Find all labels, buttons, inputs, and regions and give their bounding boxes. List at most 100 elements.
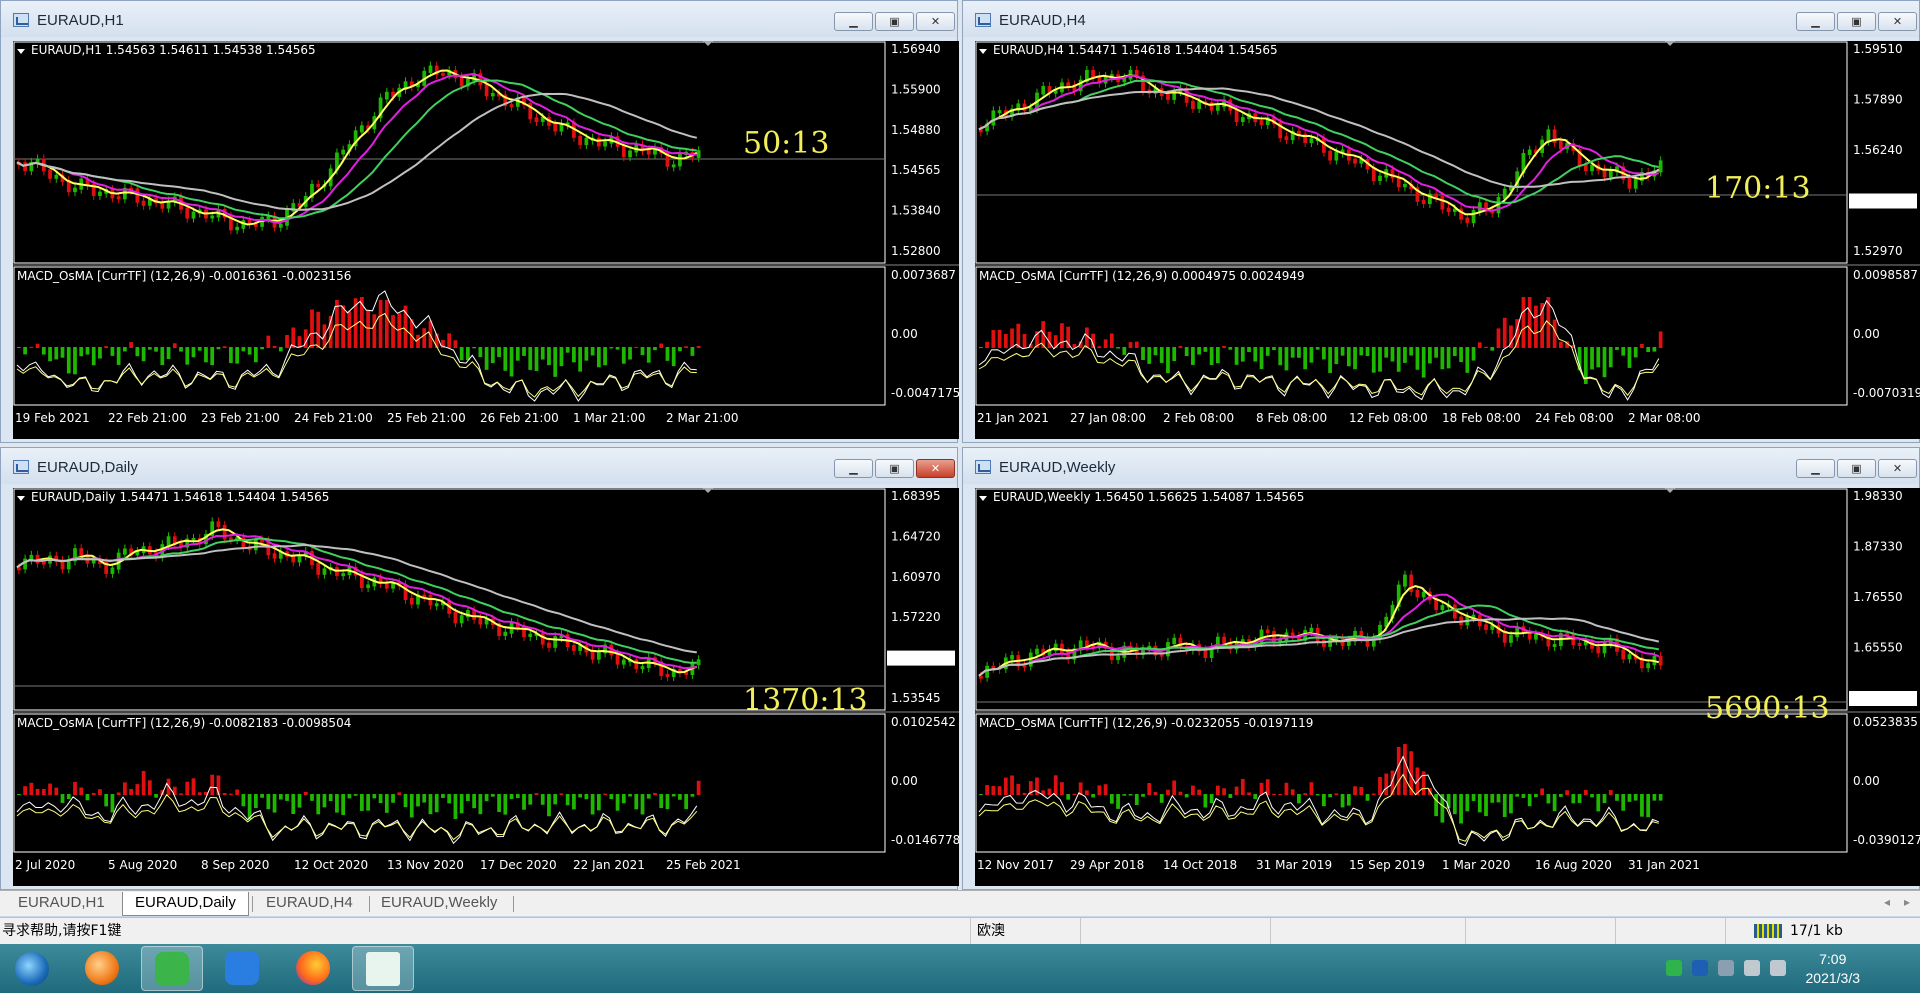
tab-euraud-daily[interactable]: EURAUD,Daily <box>122 892 249 916</box>
time-axis-label: 23 Feb 21:00 <box>201 411 280 425</box>
window-title-bar[interactable]: EURAUD,H1 ▁ ▣ ✕ <box>1 1 957 37</box>
macd-histogram-bar <box>1147 783 1152 796</box>
chart-canvas[interactable]: EURAUD,H4 1.54471 1.54618 1.54404 1.5456… <box>975 41 1920 439</box>
close-button[interactable]: ✕ <box>916 12 955 31</box>
taskbar-app-trader[interactable] <box>352 946 414 991</box>
price-axis-label: 1.54565 <box>891 651 941 665</box>
dropdown-triangle-icon[interactable] <box>979 496 987 501</box>
chart-window[interactable]: EURAUD,H4 ▁ ▣ ✕ EURAUD,H4 1.54471 1.54618 1.… <box>962 0 1920 443</box>
close-button[interactable]: ✕ <box>1878 459 1917 478</box>
macd-histogram-bar <box>1353 786 1357 796</box>
chart-window[interactable]: EURAUD,Daily ▁ ▣ ✕ EURAUD,Daily 1.54471 1.54… <box>0 447 959 890</box>
macd-histogram-bar <box>596 794 601 811</box>
chart-shift-marker-icon[interactable] <box>703 488 713 493</box>
taskbar-app-firefox[interactable] <box>283 946 345 991</box>
dropdown-triangle-icon[interactable] <box>979 49 987 54</box>
macd-histogram-bar <box>116 347 121 365</box>
start-button[interactable] <box>2 946 62 991</box>
tab-scroll-right-icon[interactable]: ▸ <box>1904 895 1910 909</box>
shield-tray-icon[interactable] <box>1692 960 1708 976</box>
chart-window[interactable]: EURAUD,Weekly ▁ ▣ ✕ EURAUD,Weekly 1.56450 1.… <box>962 447 1920 890</box>
restore-button[interactable]: ▣ <box>875 459 914 478</box>
macd-histogram-bar <box>565 794 570 806</box>
minimize-button[interactable]: ▁ <box>834 459 873 478</box>
macd-histogram-bar <box>247 794 252 820</box>
time-axis-label: 2 Mar 08:00 <box>1628 411 1701 425</box>
tab-euraud-h1[interactable]: EURAUD,H1 <box>6 892 117 916</box>
volume-tray-icon[interactable] <box>1744 960 1760 976</box>
minimize-button[interactable]: ▁ <box>1796 12 1835 31</box>
taskbar-app-wechat[interactable] <box>141 946 203 991</box>
macd-histogram-bar <box>979 794 983 796</box>
window-title-bar[interactable]: EURAUD,Weekly ▁ ▣ ✕ <box>963 448 1919 484</box>
macd-histogram-bar <box>98 347 102 359</box>
chart-canvas[interactable]: EURAUD,Weekly 1.56450 1.56625 1.54087 1.… <box>975 488 1920 886</box>
restore-button[interactable]: ▣ <box>1837 12 1876 31</box>
macd-histogram-bar <box>1322 794 1326 807</box>
macd-histogram-bar <box>1646 347 1651 353</box>
taskbar-app-orange[interactable] <box>72 946 134 991</box>
macd-histogram-bar <box>1010 328 1014 349</box>
macd-histogram-bar <box>353 794 358 796</box>
macd-histogram-bar <box>659 343 664 349</box>
macd-histogram-bar <box>1521 297 1526 349</box>
macd-histogram-bar <box>23 347 27 355</box>
taskbar-app-blue[interactable] <box>212 946 274 991</box>
macd-histogram-bar <box>23 786 27 796</box>
time-axis-label: 12 Feb 08:00 <box>1349 411 1428 425</box>
network-tray-icon[interactable] <box>1718 960 1734 976</box>
countdown-timer: 1370:13 <box>743 683 868 718</box>
connection-bars-icon <box>1754 924 1782 938</box>
macd-histogram-bar <box>366 794 370 811</box>
macd-histogram-bar <box>615 347 620 350</box>
macd-histogram-bar <box>628 794 632 797</box>
tab-euraud-h4[interactable]: EURAUD,H4 <box>254 892 365 916</box>
close-button[interactable]: ✕ <box>916 459 955 478</box>
macd-histogram-bar <box>360 794 364 811</box>
dropdown-triangle-icon[interactable] <box>17 49 25 54</box>
macd-histogram-bar <box>1297 794 1301 804</box>
macd-histogram-bar <box>1615 794 1619 801</box>
macd-histogram-bar <box>1122 794 1127 796</box>
macd-histogram-bar <box>1265 347 1270 356</box>
macd-histogram-bar <box>453 340 458 349</box>
chart-canvas[interactable]: EURAUD,H1 1.54563 1.54611 1.54538 1.5456… <box>13 41 959 439</box>
tab-euraud-weekly[interactable]: EURAUD,Weekly <box>369 892 509 916</box>
signal-tray-icon[interactable] <box>1770 960 1786 976</box>
tab-scroll-left-icon[interactable]: ◂ <box>1884 895 1890 909</box>
price-axis-label: 1.65550 <box>1853 641 1903 655</box>
chart-window-icon <box>975 460 991 474</box>
minimize-button[interactable]: ▁ <box>834 12 873 31</box>
minimize-button[interactable]: ▁ <box>1796 459 1835 478</box>
close-button[interactable]: ✕ <box>1878 12 1917 31</box>
trading-terminal-icon <box>366 952 400 986</box>
price-axis-label: 1.64720 <box>891 529 941 543</box>
macd-histogram-bar <box>1159 347 1164 363</box>
clock[interactable]: 7:09 2021/3/3 <box>1806 950 1861 988</box>
macd-histogram-bar <box>678 347 682 352</box>
window-title-bar[interactable]: EURAUD,H4 ▁ ▣ ✕ <box>963 1 1919 37</box>
chart-canvas[interactable]: EURAUD,Daily 1.54471 1.54618 1.54404 1.5… <box>13 488 959 886</box>
macd-histogram-bar <box>278 794 283 800</box>
window-title-bar[interactable]: EURAUD,Daily ▁ ▣ ✕ <box>1 448 957 484</box>
chart-window[interactable]: EURAUD,H1 ▁ ▣ ✕ EURAUD,H1 1.54563 1.54611 1.… <box>0 0 959 443</box>
macd-histogram-bar <box>1116 347 1120 349</box>
wechat-tray-icon[interactable] <box>1666 960 1682 976</box>
restore-button[interactable]: ▣ <box>1837 459 1876 478</box>
dropdown-triangle-icon[interactable] <box>17 496 25 501</box>
taskbar: 7:09 2021/3/3 <box>0 944 1920 993</box>
macd-histogram-bar <box>1658 794 1663 801</box>
macd-histogram-bar <box>1060 323 1064 349</box>
time-axis-label: 31 Jan 2021 <box>1628 858 1700 872</box>
macd-histogram-bar <box>684 346 689 349</box>
chart-shift-marker-icon[interactable] <box>1665 41 1675 46</box>
restore-button[interactable]: ▣ <box>875 12 914 31</box>
chart-shift-marker-icon[interactable] <box>703 41 713 46</box>
chart-shift-marker-icon[interactable] <box>1665 488 1675 493</box>
macd-histogram-bar <box>991 330 996 349</box>
macd-histogram-bar <box>29 782 34 796</box>
macd-histogram-bar <box>1178 791 1183 796</box>
macd-histogram-bar <box>1166 347 1170 374</box>
macd-histogram-bar <box>147 780 152 796</box>
macd-histogram-bar <box>1091 794 1095 798</box>
